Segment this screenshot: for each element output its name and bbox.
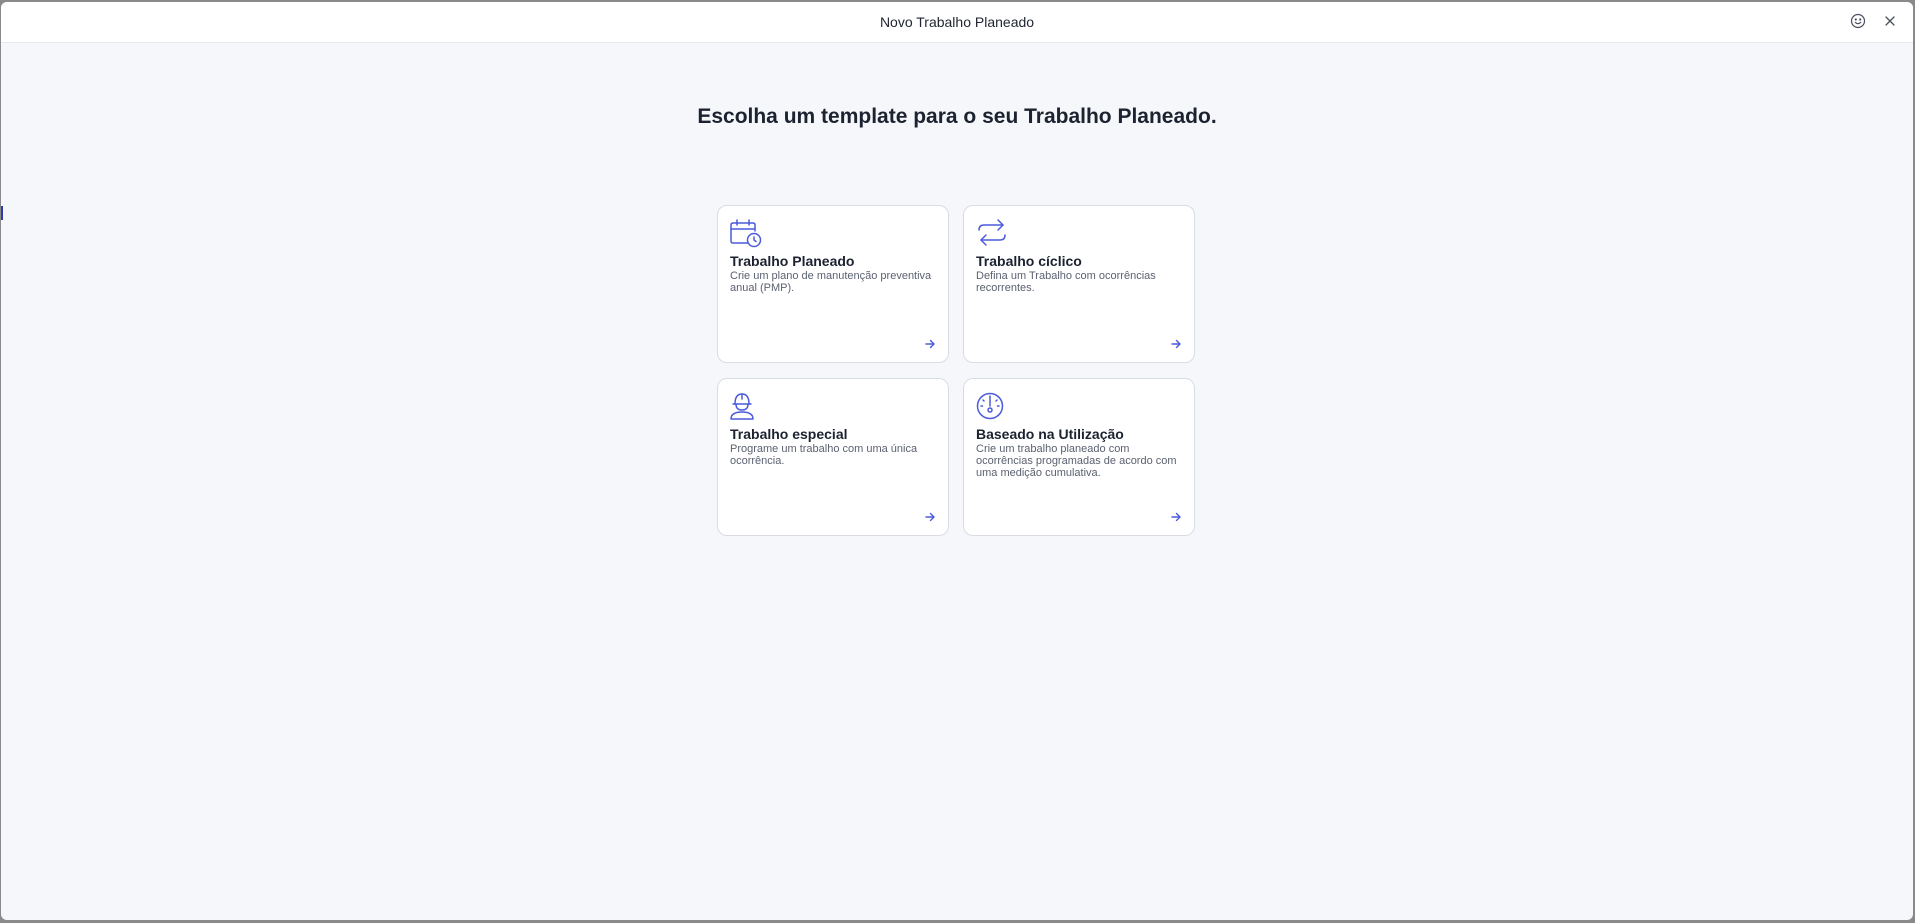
card-title: Trabalho cíclico [976, 253, 1082, 269]
worker-helmet-icon [730, 393, 754, 420]
template-card-trabalho-especial[interactable]: Trabalho especial Programe um trabalho c… [717, 378, 949, 536]
arrow-right-icon [925, 512, 935, 522]
smiley-feedback-icon[interactable] [1849, 12, 1867, 30]
calendar-clock-icon [730, 219, 762, 248]
arrow-right-icon [1171, 512, 1181, 522]
close-icon[interactable] [1881, 12, 1899, 30]
card-description: Defina um Trabalho com ocorrências recor… [976, 270, 1156, 294]
window-title: Novo Trabalho Planeado [879, 14, 1035, 30]
gauge-icon [976, 392, 1004, 420]
left-edge-marker [1, 206, 3, 220]
card-title: Trabalho especial [730, 426, 848, 442]
template-card-trabalho-ciclico[interactable]: Trabalho cíclico Defina um Trabalho com … [963, 205, 1195, 363]
card-title: Baseado na Utilização [976, 426, 1124, 442]
card-description: Crie um plano de manutenção preventiva a… [730, 270, 932, 294]
card-description: Programe um trabalho com uma única ocorr… [730, 443, 918, 467]
arrow-right-icon [925, 339, 935, 349]
page-heading: Escolha um template para o seu Trabalho … [697, 105, 1217, 128]
arrow-right-icon [1171, 339, 1181, 349]
template-card-trabalho-planeado[interactable]: Trabalho Planeado Crie um plano de manut… [717, 205, 949, 363]
card-title: Trabalho Planeado [730, 253, 855, 269]
repeat-icon [978, 219, 1006, 246]
card-description: Crie um trabalho planeado com ocorrência… [976, 443, 1177, 479]
new-planned-work-window: Novo Trabalho Planeado Escolha um templa… [1, 2, 1913, 920]
title-bar: Novo Trabalho Planeado [1, 2, 1913, 43]
template-card-baseado-na-utilizacao[interactable]: Baseado na Utilização Crie um trabalho p… [963, 378, 1195, 536]
